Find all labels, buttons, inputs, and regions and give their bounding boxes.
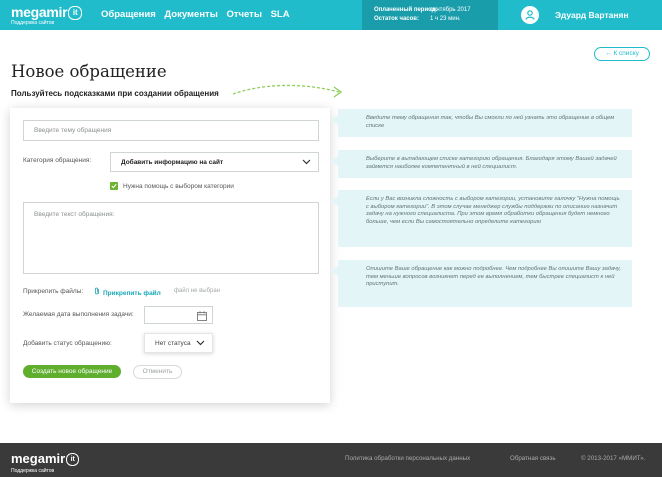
cancel-button[interactable]: Отменить bbox=[133, 365, 182, 379]
copyright: © 2013-2017 «ММИТ». bbox=[581, 455, 646, 462]
nav-item-documents[interactable]: Документы bbox=[164, 9, 217, 20]
hint-description: Опишите Ваше обращение как можно подробн… bbox=[330, 260, 632, 307]
hint-category: Выберите в выпадающем списке категорию о… bbox=[330, 150, 632, 178]
topic-placeholder: Введите тему обращения bbox=[34, 127, 112, 134]
footer: megamir it Поддержка сайтов Политика обра… bbox=[0, 443, 662, 477]
category-label: Категория обращения: bbox=[23, 157, 92, 164]
date-input[interactable] bbox=[144, 306, 213, 324]
period-value: сентябрь 2017 bbox=[430, 7, 471, 13]
decorative-arrow-icon bbox=[232, 84, 343, 98]
avatar[interactable] bbox=[521, 6, 539, 24]
user-icon bbox=[525, 10, 535, 20]
attach-link-text: Прикрепить файл bbox=[103, 290, 161, 297]
date-label: Желаемая дата выполнения задачи: bbox=[23, 311, 134, 318]
period-panel: Оплаченный период: сентябрь 2017 Остаток… bbox=[362, 0, 498, 30]
request-text-area[interactable]: Введите текст обращения: bbox=[23, 202, 319, 274]
page-title: Новое обращение bbox=[11, 62, 167, 81]
hint-topic: Введите тему обращения так, чтобы Вы смо… bbox=[330, 109, 632, 137]
status-value: Нет статуса bbox=[155, 340, 191, 347]
text-placeholder: Введите текст обращения: bbox=[34, 211, 115, 218]
logo-badge: it bbox=[68, 6, 83, 20]
calendar-icon[interactable] bbox=[197, 311, 207, 321]
status-label: Добавить статус обращению: bbox=[23, 340, 112, 347]
logo[interactable]: megamir it Поддержка сайтов bbox=[11, 4, 83, 26]
file-status: файл не выбран bbox=[174, 288, 221, 294]
logo-subtitle: Поддержка сайтов bbox=[11, 20, 55, 26]
hours-label: Остаток часов: bbox=[374, 16, 419, 22]
category-select[interactable]: Добавить информацию на сайт bbox=[110, 152, 319, 172]
paperclip-icon bbox=[95, 287, 99, 295]
status-select[interactable]: Нет статуса bbox=[144, 333, 213, 353]
nav-item-requests[interactable]: Обращения bbox=[101, 9, 156, 20]
chevron-down-icon bbox=[196, 340, 205, 346]
help-checkbox-label[interactable]: Нужна помощь с выбором категории bbox=[123, 183, 234, 190]
footer-logo-badge: it bbox=[66, 453, 80, 466]
period-label: Оплаченный период: bbox=[374, 7, 438, 13]
hours-value: 1 ч 23 мин. bbox=[430, 16, 461, 22]
footer-logo-text: megamir bbox=[11, 451, 66, 466]
hint-help: Если у Вас возникла сложность с выбором … bbox=[330, 190, 632, 247]
logo-text: megamir bbox=[11, 4, 68, 20]
create-request-button[interactable]: Создать новое обращение bbox=[23, 365, 121, 378]
nav-item-sla[interactable]: SLA bbox=[271, 9, 290, 20]
footer-logo-subtitle: Поддержка сайтов bbox=[11, 468, 55, 474]
attach-label: Прикрепить файлы: bbox=[23, 288, 84, 295]
feedback-link[interactable]: Обратная связь bbox=[510, 455, 556, 462]
category-value: Добавить информацию на сайт bbox=[121, 159, 224, 166]
page-subtitle: Пользуйтесь подсказками при создании обр… bbox=[11, 89, 219, 98]
topic-input[interactable]: Введите тему обращения bbox=[23, 120, 319, 141]
top-header: megamir it Поддержка сайтов Обращения Док… bbox=[0, 0, 662, 30]
check-icon bbox=[111, 183, 117, 189]
chevron-down-icon bbox=[302, 159, 311, 165]
back-to-list-button[interactable]: ← К списку bbox=[594, 47, 650, 61]
footer-logo[interactable]: megamir it Поддержка сайтов bbox=[11, 450, 80, 474]
help-checkbox[interactable] bbox=[110, 182, 118, 190]
privacy-policy-link[interactable]: Политика обработки персональных данных bbox=[345, 455, 470, 462]
attach-file-link[interactable]: Прикрепить файл bbox=[94, 287, 161, 297]
main-nav: Обращения Документы Отчеты SLA bbox=[101, 9, 296, 20]
user-name[interactable]: Эдуард Вартанян bbox=[555, 10, 629, 20]
nav-item-reports[interactable]: Отчеты bbox=[226, 9, 261, 20]
